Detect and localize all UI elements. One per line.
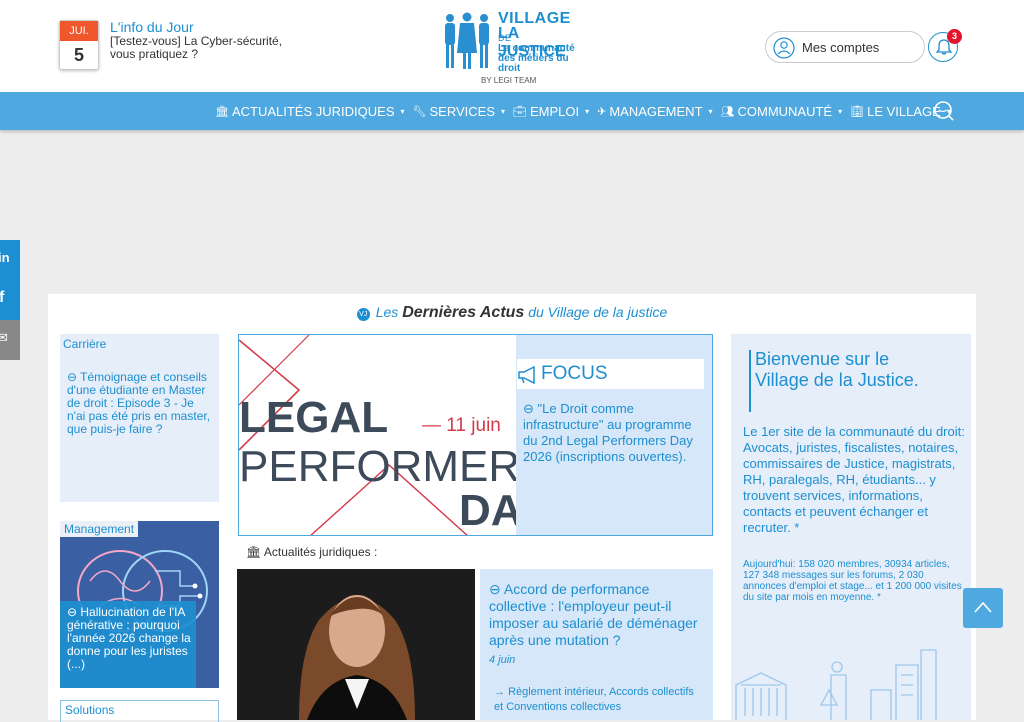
- village-skyline-illustration: [735, 649, 937, 720]
- arrow-circle-icon: ⊖: [67, 605, 81, 619]
- chevron-down-icon: ▾: [400, 106, 405, 116]
- arrow-right-icon: →: [494, 686, 509, 698]
- logo-tagline: La communauté des métiers du droit: [498, 43, 575, 74]
- arrow-circle-icon: ⊖: [523, 401, 538, 416]
- rocket-icon: ✈︎: [597, 105, 607, 118]
- accounts-label: Mes comptes: [802, 40, 880, 55]
- nav-item-3[interactable]: ✈︎ MANAGEMENT ▾: [597, 104, 712, 119]
- linkedin-icon: in: [0, 250, 10, 265]
- actualites-label: 🏛︎ Actualités juridiques :: [246, 545, 378, 559]
- main-navigation: 🏛︎ ACTUALITÉS JURIDIQUES ▾ 🔧︎ SERVICES ▾ 💼︎ EMP…: [0, 92, 1024, 130]
- welcome-title: Bienvenue sur le Village de la Justice.: [755, 349, 919, 390]
- scroll-to-top-button[interactable]: [963, 588, 1003, 628]
- logo-byline: BY LEGI TEAM: [481, 76, 537, 85]
- chevron-down-icon: ▾: [501, 106, 506, 116]
- user-circle-icon: [773, 37, 795, 59]
- focus-link[interactable]: ⊖ "Le Droit comme infrastructure" au pro…: [523, 401, 708, 465]
- facebook-icon: f: [0, 289, 5, 306]
- nav-items: 🏛︎ ACTUALITÉS JURIDIQUES ▾ 🔧︎ SERVICES ▾ 💼︎ EMP…: [215, 92, 951, 130]
- bank-icon: 🏛︎: [215, 105, 229, 118]
- article-category-link[interactable]: → Règlement intérieur, Accords collectif…: [494, 685, 704, 715]
- calendar-badge[interactable]: JUI. 5: [59, 20, 99, 70]
- section-heading: VJ Les Dernières Actus du Village de la j…: [48, 304, 976, 322]
- megaphone-icon: [518, 366, 535, 384]
- article-date: 4 juin: [489, 654, 516, 666]
- nav-item-1[interactable]: 🔧︎ SERVICES ▾: [413, 104, 506, 119]
- linkedin-share-button[interactable]: in: [0, 240, 20, 280]
- chevron-down-icon: ▾: [585, 106, 590, 116]
- facebook-share-button[interactable]: f: [0, 280, 20, 320]
- info-du-jour-text[interactable]: [Testez-vous] La Cyber-sécurité, vous pr…: [110, 35, 300, 61]
- welcome-panel: Bienvenue sur le Village de la Justice. …: [731, 334, 971, 720]
- focus-hero[interactable]: LEGAL — 11 juin PERFORMERS DAY FOCUS ⊖ "…: [238, 334, 713, 536]
- top-bar: JUI. 5 L'info du Jour [Testez-vous] La C…: [0, 0, 1024, 92]
- nav-item-label: LE VILLAGE: [867, 103, 941, 119]
- banner-line-2: PERFORMERS: [239, 442, 517, 491]
- search-icon[interactable]: [933, 100, 955, 122]
- vj-logo-icon: VJ: [356, 308, 370, 321]
- banner-line-1: LEGAL: [239, 393, 388, 442]
- briefcase-icon: 💼︎: [513, 105, 527, 118]
- nav-item-label: EMPLOI: [529, 103, 580, 119]
- nav-item-label: MANAGEMENT: [609, 103, 703, 119]
- banner-date: — 11 juin: [422, 415, 501, 436]
- justice-figures-icon: [445, 12, 489, 69]
- chevron-up-icon: [974, 601, 992, 613]
- nav-item-0[interactable]: 🏛︎ ACTUALITÉS JURIDIQUES ▾: [215, 104, 405, 119]
- solutions-card[interactable]: Solutions: [60, 700, 219, 722]
- legal-performers-day-banner: LEGAL — 11 juin PERFORMERS DAY: [239, 335, 517, 535]
- email-share-button[interactable]: ✉: [0, 320, 20, 360]
- notification-count-badge: 3: [947, 29, 962, 44]
- lawyer-portrait-image: [237, 569, 475, 720]
- management-link[interactable]: ⊖ Hallucination de l'IA générative : pou…: [67, 606, 195, 671]
- arrow-circle-icon: ⊖: [67, 370, 81, 384]
- article-title[interactable]: ⊖ Accord de performance collective : l'e…: [489, 581, 709, 649]
- banner-line-3: DAY: [459, 486, 517, 535]
- calendar-day: 5: [73, 45, 84, 65]
- chevron-down-icon: ▾: [838, 106, 843, 116]
- latest-news-panel: VJ Les Dernières Actus du Village de la j…: [48, 294, 976, 722]
- nav-item-4[interactable]: 👥︎ COMMUNAUTÉ ▾: [721, 104, 843, 119]
- arrow-circle-icon: ⊖: [489, 581, 504, 597]
- focus-header: FOCUS: [517, 359, 704, 389]
- email-icon: ✉: [0, 330, 8, 345]
- welcome-text: Le 1er site de la communauté du droit: A…: [743, 424, 965, 535]
- carriere-card[interactable]: Carrière ⊖ Témoignage et conseils d'une …: [60, 334, 219, 502]
- welcome-stats: Aujourd'hui: 158 020 membres, 30934 arti…: [743, 559, 962, 603]
- info-du-jour-title[interactable]: L'info du Jour: [110, 19, 194, 35]
- chevron-down-icon: ▾: [708, 106, 713, 116]
- building-icon: 🏢︎: [850, 105, 865, 118]
- nav-item-2[interactable]: 💼︎ EMPLOI ▾: [513, 104, 589, 119]
- accounts-button[interactable]: Mes comptes: [765, 31, 925, 63]
- solutions-category: Solutions: [65, 703, 115, 717]
- nav-item-label: COMMUNAUTÉ: [737, 103, 833, 119]
- welcome-accent-bar: [749, 350, 751, 412]
- carriere-link[interactable]: ⊖ Témoignage et conseils d'une étudiante…: [67, 371, 215, 436]
- management-category[interactable]: Management: [60, 521, 139, 537]
- calendar-month: JUI.: [60, 21, 98, 41]
- nav-item-label: SERVICES: [429, 103, 495, 119]
- management-card[interactable]: Management ⊖ Hallucination de l'IA génér…: [60, 521, 219, 688]
- article-photo[interactable]: [237, 569, 475, 720]
- bank-icon: 🏛︎: [246, 545, 262, 559]
- nav-item-label: ACTUALITÉS JURIDIQUES: [231, 103, 395, 119]
- article-card[interactable]: ⊖ Accord de performance collective : l'e…: [480, 569, 713, 720]
- users-icon: 👥︎: [720, 105, 735, 118]
- carriere-category[interactable]: Carrière: [63, 337, 106, 351]
- wrench-icon: 🔧︎: [412, 105, 427, 118]
- focus-panel[interactable]: FOCUS ⊖ "Le Droit comme infrastructure" …: [516, 335, 712, 535]
- site-logo[interactable]: VILLAGE DE LA JUSTICE La communauté des …: [441, 10, 586, 88]
